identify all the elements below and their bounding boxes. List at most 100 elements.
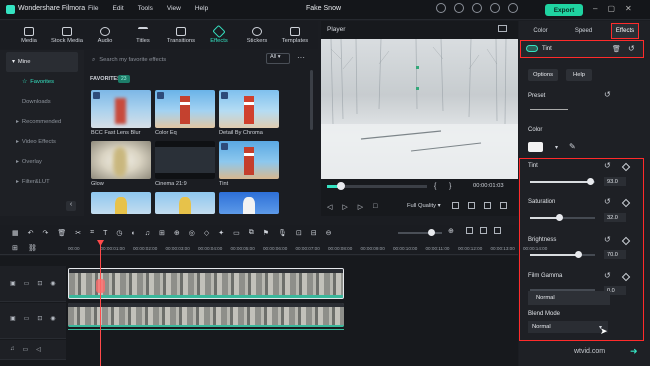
notification-icon[interactable] — [490, 3, 500, 13]
maximize-icon[interactable]: ▢ — [607, 4, 615, 13]
camera-icon[interactable] — [468, 202, 475, 209]
more-options-icon[interactable]: ··· — [297, 53, 305, 62]
snap-icon[interactable]: ⧉ — [249, 229, 254, 237]
layout-grid-icon[interactable]: ▦ — [12, 229, 19, 237]
voiceover-icon[interactable]: 🎙 — [278, 229, 287, 237]
sidebar-item-mine[interactable]: ▾ Mine — [6, 52, 78, 72]
previous-frame-icon[interactable]: ◁ — [327, 203, 332, 211]
gamma-dropdown-option[interactable]: Normal — [528, 291, 610, 305]
film-gamma-reset-icon[interactable]: ↺ — [604, 271, 611, 280]
search-input[interactable]: ⌕ Search my favorite effects — [92, 54, 260, 66]
effect-thumbnail[interactable] — [219, 141, 279, 179]
menu-tools[interactable]: Tools — [138, 5, 153, 12]
delete-clip-icon[interactable]: 🗑 — [57, 229, 66, 237]
tab-color[interactable]: Color — [519, 28, 562, 34]
tab-effects[interactable]: Effects — [200, 21, 238, 49]
layout-icon[interactable] — [508, 3, 518, 13]
quality-dropdown[interactable]: Full Quality ▾ — [407, 203, 441, 209]
effect-thumbnail[interactable] — [91, 192, 151, 214]
folder-icon[interactable]: ▭ — [23, 346, 29, 353]
tab-audio[interactable]: Audio — [86, 21, 124, 49]
link-icon[interactable]: ⛓ — [28, 244, 37, 252]
play-loop-icon[interactable]: ▷ — [358, 203, 363, 211]
effect-thumbnail[interactable] — [155, 141, 215, 179]
motion-icon[interactable]: ⊕ — [174, 229, 180, 237]
tab-media[interactable]: Media — [10, 21, 48, 49]
zoom-in-icon[interactable]: ⊕ — [448, 227, 454, 235]
saturation-value[interactable]: 32.0 — [604, 213, 626, 222]
lock-icon[interactable]: ⊡ — [37, 280, 42, 287]
preset-reset-icon[interactable]: ↺ — [604, 90, 611, 99]
filter-dropdown[interactable]: All ▾ — [266, 53, 290, 64]
menu-help[interactable]: Help — [195, 5, 208, 12]
video-clip-effect[interactable] — [68, 268, 344, 299]
playhead[interactable] — [100, 241, 101, 366]
tab-stock-media[interactable]: Stock Media — [48, 21, 86, 49]
delete-icon[interactable]: 🗑 — [612, 45, 621, 53]
play-icon[interactable]: ▷ — [342, 203, 347, 211]
folder-icon[interactable]: ▭ — [24, 315, 30, 322]
marker-icon[interactable]: ⚑ — [263, 229, 269, 237]
chevron-down-icon[interactable]: ▾ — [555, 144, 558, 151]
keyframe-tool-icon[interactable]: ◇ — [204, 229, 209, 237]
tint-slider-handle[interactable] — [586, 178, 594, 185]
brightness-reset-icon[interactable]: ↺ — [604, 235, 611, 244]
snapshot-icon[interactable] — [498, 25, 507, 32]
fullscreen-icon[interactable] — [500, 202, 507, 209]
grid-icon[interactable] — [466, 227, 473, 234]
tab-effects-panel[interactable]: Effects — [611, 23, 639, 39]
effect-thumbnail[interactable] — [91, 90, 151, 128]
settings-icon[interactable] — [480, 227, 487, 234]
timeline-view-icon[interactable]: ⊟ — [311, 229, 317, 237]
sidebar-item-video-effects[interactable]: ▸ Video Effects — [0, 132, 84, 152]
add-track-icon[interactable]: ⊞ — [12, 244, 18, 252]
tint-reset-icon[interactable]: ↺ — [604, 161, 611, 170]
menu-file[interactable]: File — [88, 5, 98, 12]
saturation-reset-icon[interactable]: ↺ — [604, 197, 611, 206]
sidebar-item-recommended[interactable]: ▸ Recommended — [0, 112, 84, 132]
sidebar-item-filter-lut[interactable]: ▸ Filter&LUT — [0, 172, 84, 192]
fit-icon[interactable]: ⊡ — [296, 229, 302, 237]
volume-icon[interactable] — [484, 202, 491, 209]
zoom-out-icon[interactable]: ⊖ — [326, 229, 332, 237]
options-button[interactable]: Options — [528, 69, 558, 81]
export-button[interactable]: Export — [545, 4, 583, 16]
sidebar-item-downloads[interactable]: Downloads — [0, 92, 84, 112]
cloud-icon[interactable] — [472, 3, 482, 13]
menu-edit[interactable]: Edit — [112, 5, 123, 12]
lock-icon[interactable]: ⊡ — [37, 315, 42, 322]
reset-icon[interactable]: ↺ — [628, 44, 635, 53]
audio-icon[interactable]: ♫ — [145, 230, 150, 237]
stop-icon[interactable]: □ — [373, 203, 377, 211]
mark-out-icon[interactable]: } — [449, 183, 451, 190]
tab-templates[interactable]: Templates — [276, 21, 314, 49]
ai-icon[interactable]: ✦ — [218, 229, 224, 237]
redo-icon[interactable]: ↷ — [43, 229, 49, 237]
close-icon[interactable]: ✕ — [625, 4, 632, 13]
preset-selector[interactable] — [530, 109, 568, 110]
eyedropper-icon[interactable]: ✎ — [569, 142, 576, 151]
video-clip[interactable] — [68, 303, 344, 327]
sidebar-item-overlay[interactable]: ▸ Overlay — [0, 152, 84, 172]
mute-icon[interactable]: ◁ — [36, 346, 41, 353]
split-icon[interactable]: ✂ — [75, 229, 81, 237]
crop-icon[interactable]: ⌗ — [90, 229, 94, 237]
eye-icon[interactable]: ◉ — [50, 315, 55, 322]
tab-titles[interactable]: Titles — [124, 21, 162, 49]
color-swatch[interactable] — [528, 142, 543, 152]
speed-icon[interactable]: ◷ — [116, 229, 122, 237]
tab-speed[interactable]: Speed — [562, 28, 605, 34]
sidebar-item-favorites[interactable]: ☆ Favorites — [0, 72, 84, 92]
color-icon[interactable]: ◐ — [131, 230, 135, 237]
effect-toggle[interactable] — [526, 45, 538, 52]
collapse-panel-icon[interactable]: ➜ — [630, 346, 638, 357]
tab-transitions[interactable]: Transitions — [162, 21, 200, 49]
eye-icon[interactable]: ◉ — [50, 280, 55, 287]
display-icon[interactable] — [452, 202, 459, 209]
render-icon[interactable]: ▭ — [233, 229, 240, 237]
folder-icon[interactable]: ▭ — [24, 280, 30, 287]
account-icon[interactable] — [454, 3, 464, 13]
effect-thumbnail[interactable] — [155, 192, 215, 214]
tab-stickers[interactable]: Stickers — [238, 21, 276, 49]
scrubber-handle[interactable] — [337, 182, 345, 190]
